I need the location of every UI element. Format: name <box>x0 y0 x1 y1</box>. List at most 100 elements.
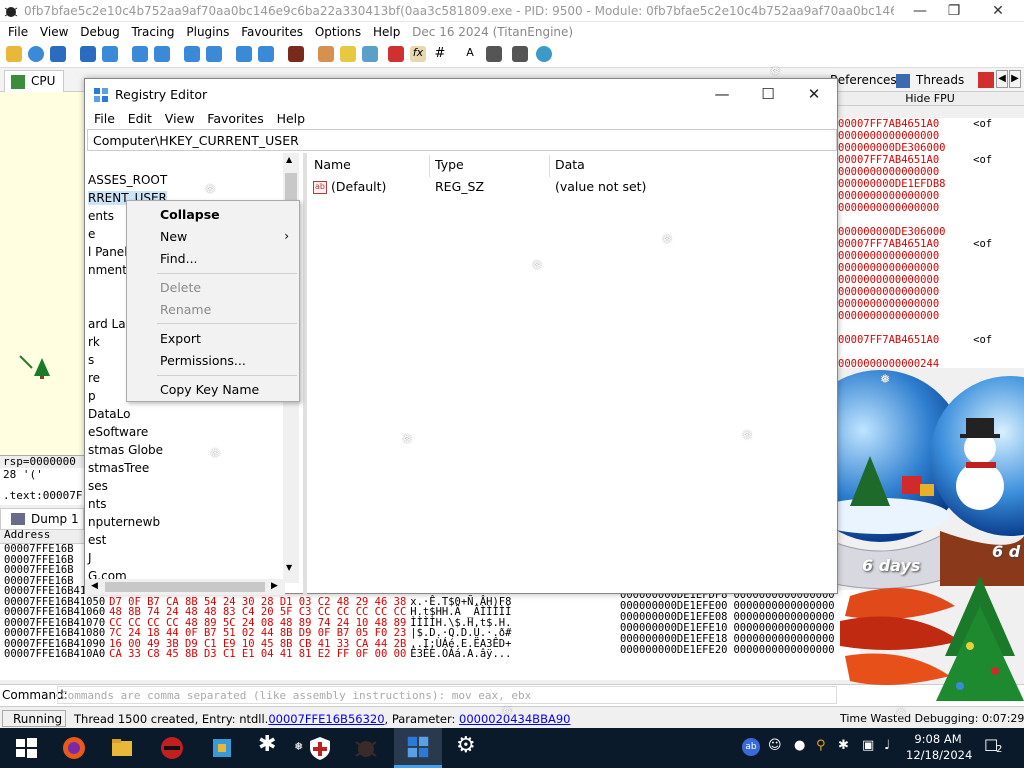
step-over-icon[interactable] <box>154 46 170 62</box>
tray-app-icon[interactable]: ab <box>742 738 760 756</box>
tab-scroll-left[interactable]: ◀ <box>996 70 1008 88</box>
search-tray-icon[interactable]: ⚲ <box>816 738 826 753</box>
entry-address-link[interactable]: 00007FFE16B56320 <box>268 712 384 726</box>
debugger-bug-icon[interactable] <box>352 734 380 762</box>
tree-key-node[interactable]: re <box>88 371 100 385</box>
register-value-row[interactable]: 00007FF7AB4651A0 <of <box>838 334 1024 346</box>
handles-icon[interactable] <box>978 72 994 88</box>
regedit-menu-view[interactable]: View <box>165 109 195 129</box>
droplet-icon[interactable]: ● <box>794 738 805 753</box>
star-tool-icon[interactable]: ✱ <box>258 732 276 757</box>
open-icon[interactable] <box>6 46 22 62</box>
labels-icon[interactable] <box>362 46 378 62</box>
register-value-row[interactable]: 0000000000000000 <box>838 310 1024 322</box>
bookmarks-icon[interactable] <box>388 46 404 62</box>
register-value-row[interactable]: 0000000000000000 <box>838 298 1024 310</box>
network-icon[interactable]: ▣ <box>862 738 874 753</box>
tree-hscroll-thumb[interactable] <box>105 582 265 592</box>
file-explorer-icon[interactable] <box>108 734 136 762</box>
hide-fpu-toggle[interactable]: Hide FPU <box>836 92 1024 106</box>
menu-item-new[interactable]: New <box>160 229 187 244</box>
menu-item-export[interactable]: Export <box>160 331 201 346</box>
regedit-menu-favorites[interactable]: Favorites <box>207 109 263 129</box>
settings-gear-icon[interactable]: ⚙ <box>456 733 476 758</box>
tab-cpu[interactable]: CPU <box>4 70 65 92</box>
menu-item-find[interactable]: Find... <box>160 251 198 266</box>
menu-view[interactable]: View <box>40 22 68 42</box>
tree-key-node[interactable]: eSoftware <box>88 425 148 439</box>
menu-tracing[interactable]: Tracing <box>132 22 175 42</box>
menu-item-delete[interactable]: Delete <box>160 280 201 295</box>
shield-icon[interactable] <box>306 734 334 762</box>
menu-item-collapse[interactable]: Collapse <box>160 207 220 222</box>
tab-threads[interactable]: Threads <box>890 70 972 92</box>
menu-item-permissions[interactable]: Permissions... <box>160 353 246 368</box>
tree-key-node[interactable]: stmas Globe <box>88 443 163 457</box>
asterisk-tray-icon[interactable]: ✱ <box>838 738 849 753</box>
menu-favourites[interactable]: Favourites <box>241 22 303 42</box>
tree-key-node[interactable]: stmasTree <box>88 461 149 475</box>
scroll-down-icon[interactable]: ▼ <box>286 563 292 572</box>
run-to-user-code-icon[interactable] <box>258 46 274 62</box>
register-value-row[interactable]: 0000000000000000 <box>838 166 1024 178</box>
tree-key-node[interactable]: nputernewb <box>88 515 160 529</box>
taskbar-regedit-active[interactable] <box>394 728 442 768</box>
tree-key-node[interactable]: ASSES_ROOT <box>88 173 167 187</box>
tree-key-node[interactable]: DataLo <box>88 407 130 421</box>
tree-key-node[interactable]: nment <box>88 263 127 277</box>
menu-options[interactable]: Options <box>315 22 361 42</box>
menu-item-copy-key-name[interactable]: Copy Key Name <box>160 382 259 397</box>
register-value-row[interactable]: 0000000000000000 <box>838 130 1024 142</box>
regedit-menu-file[interactable]: File <box>94 109 115 129</box>
run-icon[interactable] <box>80 46 96 62</box>
hash-icon[interactable]: # <box>432 46 448 62</box>
tree-key-node[interactable]: ses <box>88 479 108 493</box>
tree-horizontal-scrollbar[interactable]: ◀ ▶ <box>85 579 285 595</box>
tree-vscroll-thumb[interactable] <box>285 173 297 203</box>
globe-icon[interactable] <box>536 46 552 62</box>
menu-file[interactable]: File <box>8 22 28 42</box>
step-into-icon[interactable] <box>132 46 148 62</box>
calculator-icon[interactable] <box>486 46 502 62</box>
column-header-type[interactable]: Type <box>435 157 464 172</box>
scroll-right-icon[interactable]: ▶ <box>271 581 278 591</box>
tree-key-node[interactable]: e <box>88 227 95 241</box>
command-input[interactable]: Commands are comma separated (like assem… <box>57 686 837 704</box>
tree-key-node[interactable]: rk <box>88 335 100 349</box>
taskbar-clock[interactable]: 9:08 AM 12/18/2024 <box>906 731 972 763</box>
regedit-menu-help[interactable]: Help <box>277 109 306 129</box>
column-header-data[interactable]: Data <box>555 157 585 172</box>
regedit-minimize-button[interactable]: — <box>699 85 745 105</box>
register-value-row[interactable]: 00007FF7AB4651A0 <of <box>838 154 1024 166</box>
scylla-icon[interactable] <box>288 46 304 62</box>
scroll-up-icon[interactable]: ▲ <box>286 155 292 164</box>
register-value-row[interactable]: 00007FF7AB4651A0 <of <box>838 238 1024 250</box>
tree-key-node[interactable]: l Panel <box>88 245 128 259</box>
column-header-name[interactable]: Name <box>314 157 351 172</box>
app-icon[interactable] <box>208 734 236 762</box>
regedit-close-button[interactable]: ✕ <box>791 85 837 105</box>
register-value-row[interactable] <box>838 214 1024 226</box>
stop-icon[interactable] <box>50 46 66 62</box>
register-value-row[interactable]: 000000000DE306000 <box>838 226 1024 238</box>
registry-values-list[interactable]: Name Type Data ab (Default) REG_SZ (valu… <box>307 153 837 595</box>
cpu-disassembly-pane[interactable] <box>0 92 88 457</box>
people-icon[interactable]: ☺ <box>768 738 782 753</box>
register-value-row[interactable]: 0000000000000000 <box>838 262 1024 274</box>
tree-key-node[interactable]: s <box>88 353 94 367</box>
register-value-row[interactable]: 000000000DE306000 <box>838 142 1024 154</box>
trace-over-icon[interactable] <box>206 46 222 62</box>
register-value-row[interactable]: 0000000000000000 <box>838 250 1024 262</box>
register-value-pane[interactable]: 00007FF7AB4651A0 <of 0000000000000000 00000… <box>838 118 1024 368</box>
registry-address-bar[interactable]: Computer\HKEY_CURRENT_USER <box>87 129 837 151</box>
register-value-row[interactable]: 0000000000000000 <box>838 202 1024 214</box>
tree-key-node[interactable]: ents <box>88 209 114 223</box>
restore-button[interactable]: ❐ <box>934 2 974 20</box>
tree-key-node[interactable]: p <box>88 389 96 403</box>
register-value-row[interactable]: 0000000000000000 <box>838 286 1024 298</box>
menu-plugins[interactable]: Plugins <box>186 22 229 42</box>
scroll-left-icon[interactable]: ◀ <box>91 581 98 591</box>
execute-till-return-icon[interactable] <box>236 46 252 62</box>
regedit-menu-edit[interactable]: Edit <box>128 109 152 129</box>
firefox-icon[interactable] <box>60 734 88 762</box>
